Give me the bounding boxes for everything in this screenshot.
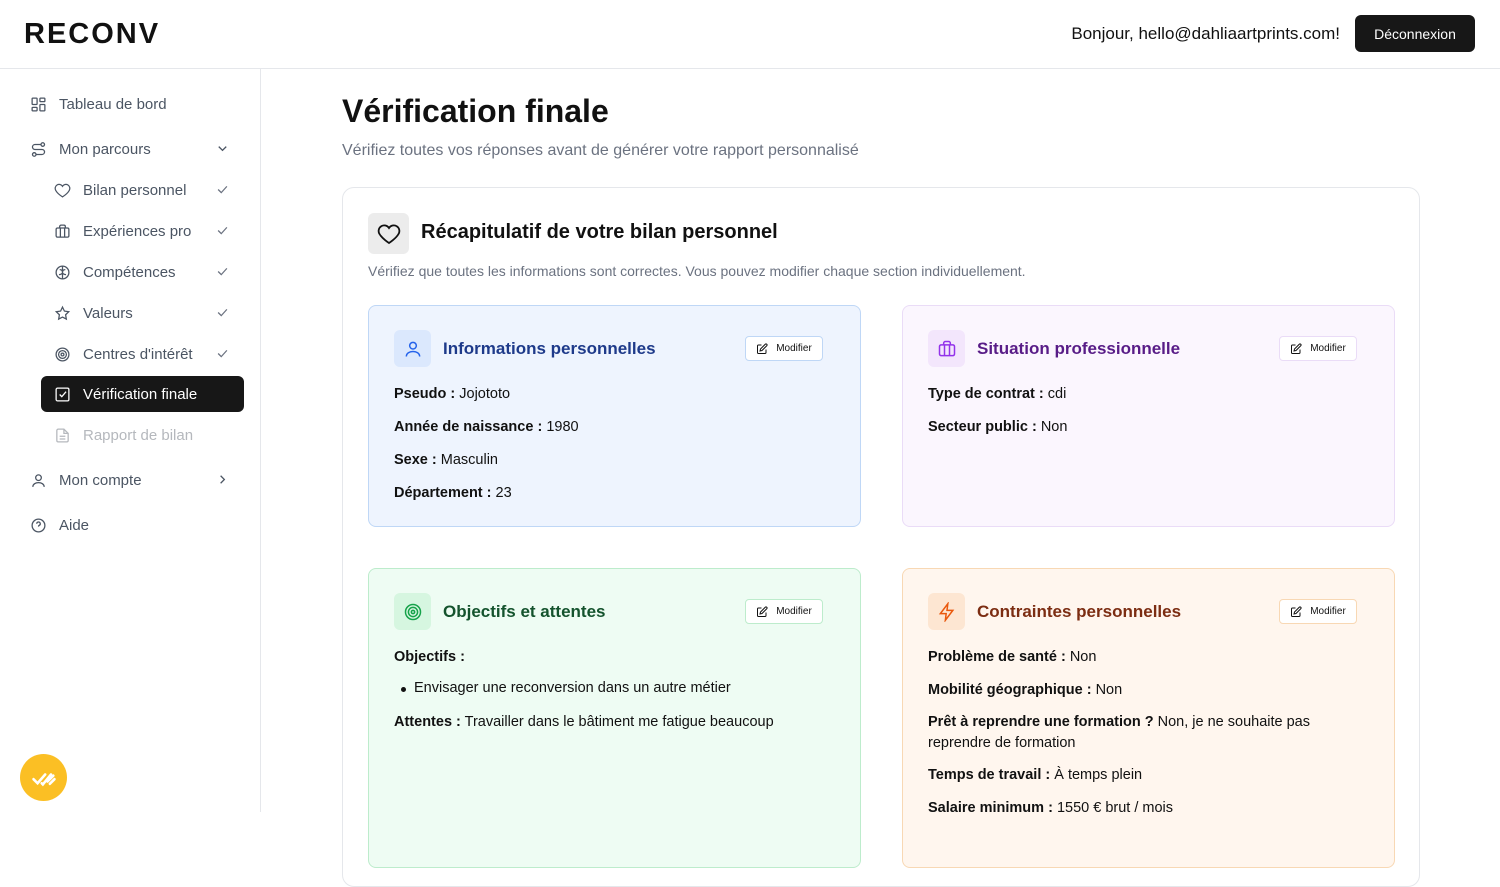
edit-goals-button[interactable]: Modifier (745, 599, 823, 624)
sidebar-item-dashboard[interactable]: Tableau de bord (29, 95, 167, 113)
top-bar: RECONV Bonjour, hello@dahliaartprints.co… (0, 0, 1500, 69)
field-row: Temps de travail : À temps plein (928, 767, 1143, 783)
field-row: Sexe : Masculin (394, 452, 498, 468)
sidebar-item-label: Expériences pro (83, 222, 192, 240)
dashboard-icon (29, 95, 47, 113)
constraints-card: Contraintes personnelles Modifier Problè… (902, 568, 1395, 868)
route-icon (29, 140, 47, 158)
field-row: Problème de santé : Non (928, 649, 1097, 665)
field-row: Type de contrat : cdi (928, 386, 1067, 402)
user-greeting: Bonjour, hello@dahliaartprints.com! (1071, 24, 1340, 43)
heart-icon (368, 213, 409, 254)
sidebar-item-label: Rapport de bilan (83, 426, 194, 444)
sidebar-item-label: Valeurs (83, 304, 133, 322)
sidebar-item-label: Bilan personnel (83, 181, 187, 199)
edit-label: Modifier (1310, 606, 1346, 617)
edit-personal-button[interactable]: Modifier (745, 336, 823, 361)
panel-title: Récapitulatif de votre bilan personnel (421, 221, 778, 243)
sidebar-item-label: Mon compte (59, 471, 142, 489)
sidebar-item-valeurs[interactable]: Valeurs (53, 304, 245, 322)
sidebar-item-label: Compétences (83, 263, 176, 281)
target-icon (394, 593, 431, 630)
main-content: Vérification finale Vérifiez toutes vos … (262, 69, 1500, 887)
professional-card: Situation professionnelle Modifier Type … (902, 305, 1395, 527)
check-icon (215, 305, 231, 321)
checkbox-icon (53, 385, 71, 403)
lightning-icon (928, 593, 965, 630)
field-row: Attentes : Travailler dans le bâtiment m… (394, 714, 774, 730)
check-icon (215, 182, 231, 198)
field-row: Secteur public : Non (928, 419, 1068, 435)
sidebar-item-bilan-personnel[interactable]: Bilan personnel (53, 181, 245, 199)
target-icon (53, 345, 71, 363)
edit-icon (1291, 605, 1302, 617)
edit-label: Modifier (776, 606, 812, 617)
list-item: Envisager une reconversion dans un autre… (401, 680, 731, 696)
logo[interactable]: RECONV (24, 18, 160, 51)
star-icon (53, 304, 71, 322)
edit-icon (1291, 342, 1302, 354)
sidebar-item-journey[interactable]: Mon parcours (29, 140, 245, 158)
edit-icon (757, 605, 768, 617)
field-row: Objectifs : (394, 649, 465, 665)
field-row: Mobilité géographique : Non (928, 682, 1123, 698)
sidebar: Tableau de bord Mon parcours Bilan perso… (0, 69, 261, 812)
sidebar-item-account[interactable]: Mon compte (29, 471, 245, 489)
card-title: Situation professionnelle (977, 339, 1181, 358)
edit-label: Modifier (1310, 343, 1346, 354)
sidebar-item-label: Mon parcours (59, 140, 151, 158)
heart-icon (53, 181, 71, 199)
sidebar-item-experiences[interactable]: Expériences pro (53, 222, 245, 240)
card-title: Objectifs et attentes (443, 602, 606, 621)
help-icon (29, 516, 47, 534)
chevron-down-icon[interactable] (215, 141, 231, 157)
feedback-button[interactable] (20, 754, 67, 801)
card-title: Informations personnelles (443, 339, 656, 358)
file-icon (53, 426, 71, 444)
logout-button[interactable]: Déconnexion (1355, 15, 1475, 52)
edit-icon (757, 342, 768, 354)
page-subtitle: Vérifiez toutes vos réponses avant de gé… (342, 142, 859, 159)
field-row: Département : 23 (394, 485, 512, 501)
field-row: Prêt à reprendre une formation ? Non, je… (928, 714, 1310, 751)
card-title: Contraintes personnelles (977, 602, 1182, 621)
check-icon (215, 346, 231, 362)
edit-constraints-button[interactable]: Modifier (1279, 599, 1357, 624)
field-row: Salaire minimum : 1550 € brut / mois (928, 800, 1174, 816)
field-row: Pseudo : Jojototo (394, 386, 511, 402)
field-row: Année de naissance : 1980 (394, 419, 579, 435)
sidebar-item-help[interactable]: Aide (29, 516, 89, 534)
sidebar-item-competences[interactable]: Compétences (53, 263, 245, 281)
check-icon (215, 223, 231, 239)
briefcase-icon (928, 330, 965, 367)
sidebar-item-rapport: Rapport de bilan (53, 426, 193, 444)
briefcase-icon (53, 222, 71, 240)
sidebar-item-label: Centres d'intérêt (83, 345, 193, 363)
personal-info-card: Informations personnelles Modifier Pseud… (368, 305, 861, 527)
sidebar-item-centres-interet[interactable]: Centres d'intérêt (53, 345, 245, 363)
sidebar-item-verification-finale[interactable]: Vérification finale (41, 376, 244, 412)
sidebar-item-label: Vérification finale (83, 385, 198, 403)
chevron-right-icon[interactable] (215, 472, 231, 488)
sidebar-item-label: Tableau de bord (59, 95, 167, 113)
summary-panel: Récapitulatif de votre bilan personnel V… (342, 187, 1420, 887)
edit-label: Modifier (776, 343, 812, 354)
panel-subtitle: Vérifiez que toutes les informations son… (368, 263, 1026, 279)
sidebar-item-label: Aide (59, 516, 90, 534)
edit-professional-button[interactable]: Modifier (1279, 336, 1357, 361)
goals-card: Objectifs et attentes Modifier Objectifs… (368, 568, 861, 868)
page-title: Vérification finale (342, 93, 609, 129)
brain-icon (53, 263, 71, 281)
check-icon (215, 264, 231, 280)
user-icon (29, 471, 47, 489)
user-icon (394, 330, 431, 367)
double-check-icon (31, 772, 56, 786)
